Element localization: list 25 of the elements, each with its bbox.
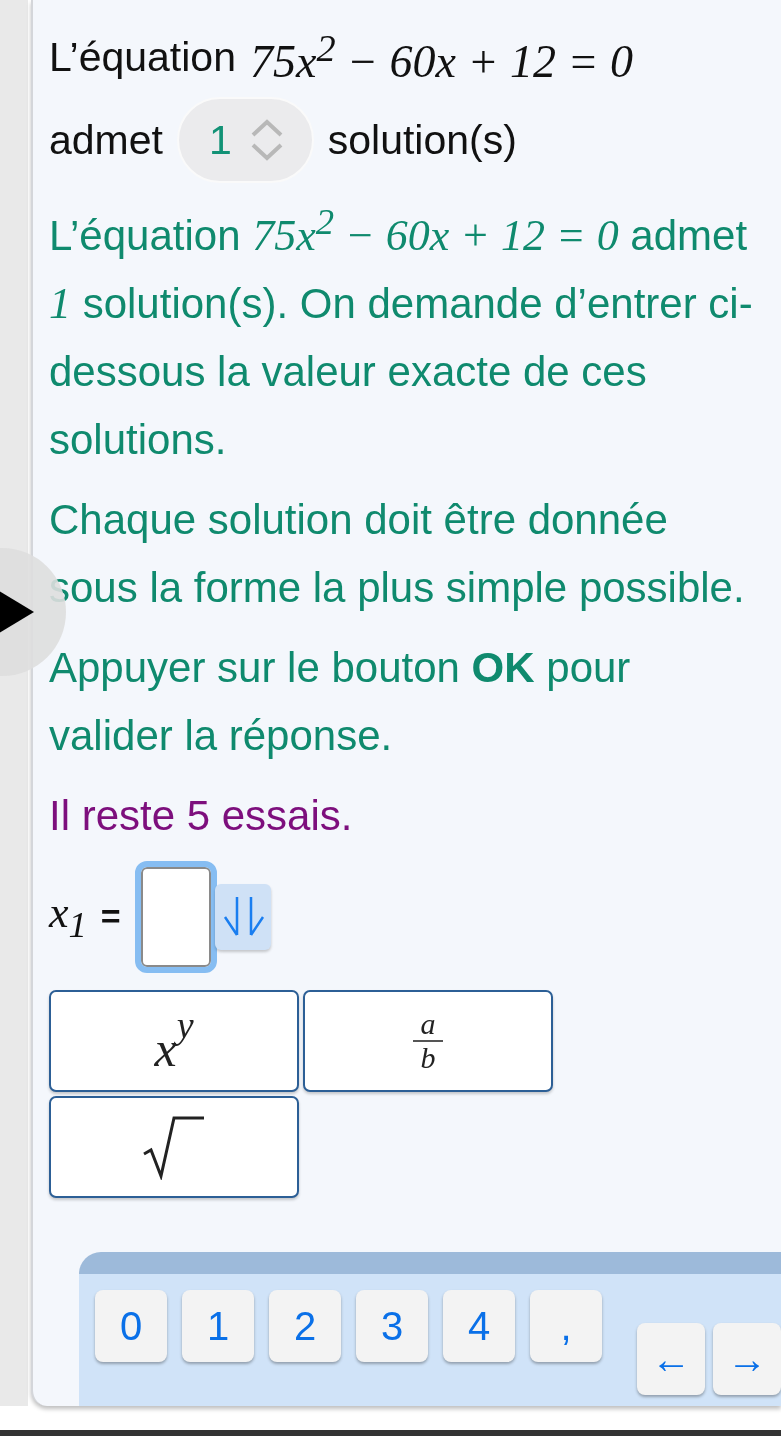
play-triangle-icon <box>0 589 36 635</box>
arrow-key[interactable]: ← <box>637 1323 705 1395</box>
chevron-up-down-icon <box>249 118 284 162</box>
keypad-key[interactable]: 3 <box>356 1290 428 1362</box>
power-template-button[interactable]: x$^{y}$ <box>49 989 299 1092</box>
keypad-key[interactable]: , <box>530 1290 602 1362</box>
keypad-key[interactable]: 4 <box>443 1290 515 1362</box>
instruction-text: Chaque solution doit être donnée sous la forme la plus simple possible. <box>49 494 746 613</box>
attempts-remaining-text: Il reste 5 essais. <box>49 790 354 841</box>
keypad-key[interactable]: 2 <box>269 1290 341 1362</box>
question-text: L’équation <box>49 33 236 81</box>
equation: 75x$^{2}$ − 60x + 12 = 0 <box>249 25 634 89</box>
question-text: solution(s) <box>327 116 517 164</box>
variable-label: x$_{1}$ <box>49 887 87 947</box>
keypad-key[interactable]: 0 <box>95 1290 167 1362</box>
keypad-key[interactable]: 1 <box>182 1290 254 1362</box>
instruction-text: Appuyer sur le bouton OK pour valider la réponse. <box>49 642 632 761</box>
instruction-text: L’équation 75x$^{2}$ − 60x + 12 = 0 admet 1 solution(s). On demande d’entrer ci-dessous la valeur exacte de ces solutions. <box>49 200 754 465</box>
arrow-key[interactable]: → <box>713 1323 781 1395</box>
solution-count-select[interactable]: 1 <box>176 97 314 183</box>
keyboard-toggle-button[interactable] <box>214 883 271 950</box>
fraction-template-button[interactable]: a b <box>303 989 553 1092</box>
equals-sign: = <box>100 897 121 937</box>
square-root-button[interactable] <box>49 1095 299 1198</box>
question-text: admet <box>49 116 163 164</box>
